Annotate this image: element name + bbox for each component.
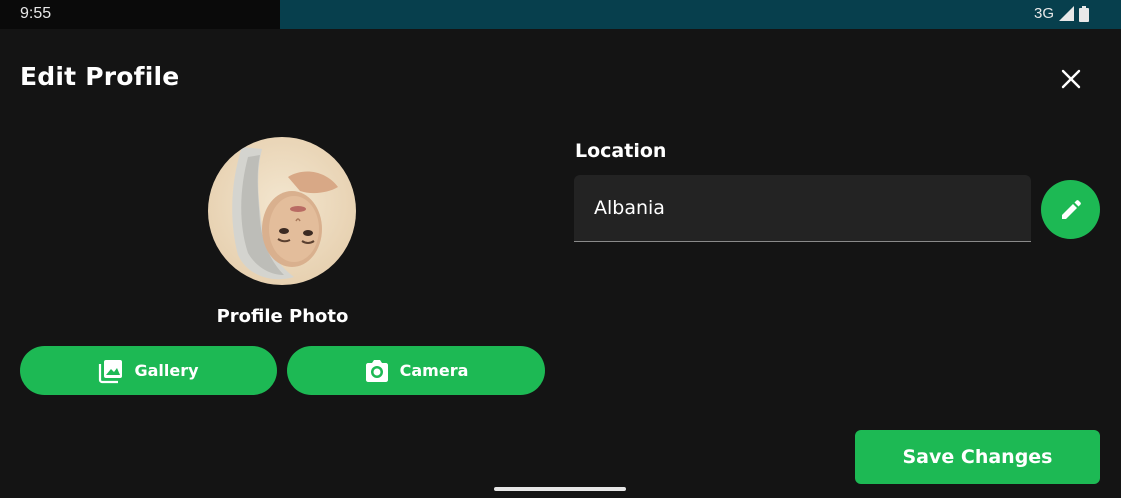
- status-bar-right: [280, 0, 1121, 29]
- location-field[interactable]: [574, 175, 1031, 242]
- save-changes-button[interactable]: Save Changes: [855, 430, 1100, 484]
- location-input[interactable]: [594, 175, 1014, 241]
- avatar[interactable]: [208, 137, 356, 285]
- camera-icon: [365, 359, 388, 382]
- image-gallery-icon: [99, 359, 123, 383]
- close-icon: [1061, 69, 1081, 89]
- network-type: 3G: [1033, 5, 1054, 22]
- save-changes-label: Save Changes: [902, 446, 1053, 468]
- close-button[interactable]: [1052, 60, 1090, 98]
- home-indicator[interactable]: [494, 487, 626, 491]
- camera-label: Camera: [399, 361, 469, 380]
- location-label: Location: [575, 140, 667, 162]
- status-icons: 3G: [1034, 5, 1089, 22]
- gallery-button[interactable]: Gallery: [20, 346, 277, 395]
- signal-icon: [1059, 6, 1074, 21]
- pencil-icon: [1061, 199, 1081, 219]
- camera-button[interactable]: Camera: [287, 346, 545, 395]
- page-title: Edit Profile: [20, 62, 180, 91]
- battery-icon: [1079, 5, 1089, 22]
- status-time: 9:55: [20, 5, 52, 22]
- edit-location-button[interactable]: [1041, 180, 1100, 239]
- status-bar: 9:55 3G: [0, 0, 1121, 29]
- profile-photo-label: Profile Photo: [216, 306, 349, 327]
- gallery-label: Gallery: [134, 361, 199, 380]
